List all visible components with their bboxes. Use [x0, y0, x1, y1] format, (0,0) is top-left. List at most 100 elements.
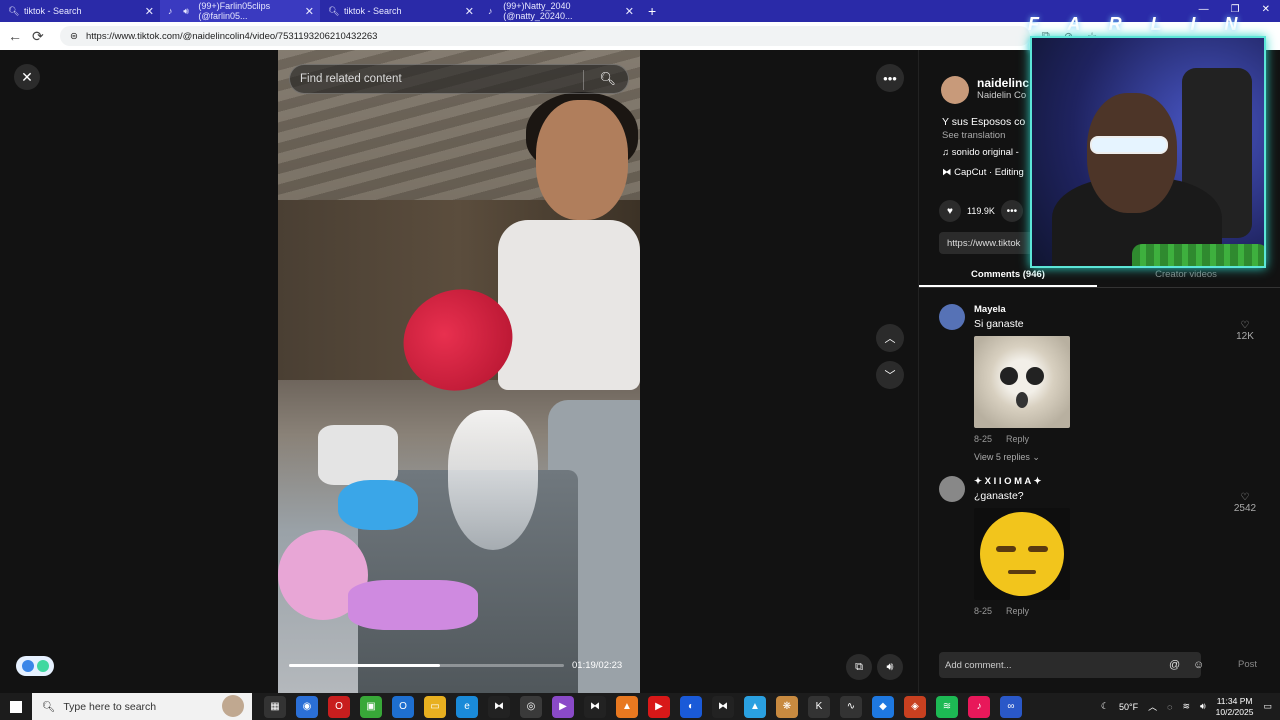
volume-icon[interactable]: 🔊︎: [1200, 701, 1206, 712]
capcut-app-icon-2[interactable]: ⧓: [584, 695, 606, 718]
game-app-icon[interactable]: ◈: [904, 695, 926, 718]
tiktok-icon: ♪: [488, 6, 493, 16]
floating-player-button[interactable]: ⧉: [846, 654, 872, 680]
see-translation-link[interactable]: See translation: [942, 130, 1005, 141]
comment-like[interactable]: ♡ 12K: [1233, 320, 1257, 342]
chevron-down-icon: ⌄: [1032, 452, 1040, 462]
kick-icon[interactable]: K: [808, 695, 830, 718]
close-tab-icon[interactable]: ✕: [145, 5, 154, 18]
notifications-icon[interactable]: ▭: [1263, 701, 1272, 712]
like-count: 119.9K: [967, 206, 995, 216]
close-tab-icon[interactable]: ✕: [305, 5, 314, 18]
search-divider: [583, 70, 584, 90]
emoji-icon[interactable]: ☺: [1193, 659, 1204, 671]
back-arrow-icon[interactable]: ←: [8, 28, 24, 44]
next-video-button[interactable]: ﹀: [876, 361, 904, 389]
commenter-name[interactable]: Mayela: [974, 304, 1070, 315]
weather-temperature[interactable]: 50°F: [1119, 702, 1138, 712]
tray-overflow-icon[interactable]: ︿: [1148, 700, 1157, 713]
tiktok-app-icon[interactable]: ♪: [968, 695, 990, 718]
speaker-icon[interactable]: 🔊︎: [183, 6, 192, 16]
site-info-icon[interactable]: ⊜: [70, 31, 78, 42]
reply-button[interactable]: Reply: [1006, 434, 1029, 444]
spotify-icon[interactable]: ≋: [936, 695, 958, 718]
author-avatar[interactable]: [941, 76, 969, 104]
capcut-link[interactable]: ⧓ CapCut · Editing: [942, 167, 1024, 178]
view-replies-button[interactable]: View 5 replies ⌄: [974, 452, 1070, 463]
photos-icon[interactable]: ▲: [744, 695, 766, 718]
video-description: Y sus Esposos co: [942, 116, 1026, 128]
music-link[interactable]: ♫ sonido original -: [942, 147, 1019, 158]
post-button[interactable]: Post: [1238, 659, 1257, 670]
taskbar-search[interactable]: 🔍︎ Type here to search: [32, 693, 252, 720]
video-viewer: ✕ Find related content 🔍︎ 01:19/02:23 ••…: [0, 50, 918, 693]
add-comment-placeholder: Add comment...: [945, 659, 1012, 671]
waveform-app-icon[interactable]: ∿: [840, 695, 862, 718]
url-text: https://www.tiktok.com/@naidelincolin4/v…: [85, 30, 378, 42]
tab-tiktok-search-2[interactable]: 🔍︎ tiktok - Search ✕: [320, 0, 480, 22]
video-app-icon[interactable]: ▶: [552, 695, 574, 718]
heart-icon[interactable]: ♥: [939, 200, 961, 222]
author-info[interactable]: naidelinc Naidelin Co: [941, 76, 1029, 104]
reply-button[interactable]: Reply: [1006, 606, 1029, 616]
commenter-avatar[interactable]: [939, 304, 965, 330]
settings-app-icon[interactable]: ❋: [776, 695, 798, 718]
tab-farlin05clips[interactable]: ♪ 🔊︎ (99+)Farlin05clips (@farlin05... ✕: [160, 0, 320, 22]
comment-text: Si ganaste: [974, 318, 1024, 330]
search-placeholder: Find related content: [300, 73, 402, 85]
music-title: sonido original -: [951, 147, 1019, 158]
browser-app-icon[interactable]: ◐: [680, 695, 702, 718]
commenter-name[interactable]: ✦ X I I O M A ✦: [974, 476, 1070, 487]
meta-app-icon[interactable]: ∞: [1000, 695, 1022, 718]
file-explorer-icon[interactable]: ▭: [424, 695, 446, 718]
heart-outline-icon: ♡: [1240, 492, 1250, 503]
capcut-app-icon-3[interactable]: ⧓: [712, 695, 734, 718]
volume-button[interactable]: 🔊︎: [877, 654, 903, 680]
task-view-icon[interactable]: ▦: [264, 695, 286, 718]
author-username[interactable]: naidelinc: [977, 76, 1029, 90]
extension-icon-blue: [21, 660, 34, 672]
comment-meta: 8-25 Reply: [974, 434, 1070, 444]
close-tab-icon[interactable]: ✕: [625, 5, 634, 18]
outlook-icon[interactable]: O: [392, 695, 414, 718]
comment-sticker-image: [974, 508, 1070, 600]
more-options-button[interactable]: •••: [876, 64, 904, 92]
weather-moon-icon[interactable]: ☾: [1101, 701, 1109, 712]
find-related-search[interactable]: Find related content 🔍︎: [289, 64, 629, 94]
copilot-icon[interactable]: ◉: [296, 695, 318, 718]
scared-cat-face-icon: [1000, 367, 1044, 408]
url-field[interactable]: ⊜ https://www.tiktok.com/@naidelincolin4…: [60, 26, 1030, 46]
video-progress-bar[interactable]: [289, 664, 564, 667]
webcam-sunglasses: [1090, 136, 1168, 154]
commenter-avatar[interactable]: [939, 476, 965, 502]
vlc-icon[interactable]: ▲: [616, 695, 638, 718]
tab-natty-2040[interactable]: ♪ (99+)Natty_2040 (@natty_20240... ✕: [480, 0, 640, 22]
search-icon[interactable]: 🔍︎: [599, 71, 616, 87]
tab-tiktok-search-1[interactable]: 🔍︎ tiktok - Search ✕: [0, 0, 160, 22]
capcut-app-icon[interactable]: ⧓: [488, 695, 510, 718]
youtube-icon[interactable]: ▶: [648, 695, 670, 718]
system-clock[interactable]: 11:34 PM 10/2/2025: [1216, 696, 1254, 718]
tab-title: (99+)Farlin05clips (@farlin05...: [198, 1, 271, 21]
comment-like[interactable]: ♡ 2542: [1233, 492, 1257, 514]
edge-icon[interactable]: e: [456, 695, 478, 718]
obs-icon[interactable]: ◎: [520, 695, 542, 718]
comment-icon[interactable]: •••: [1000, 200, 1023, 222]
opera-icon[interactable]: O: [328, 695, 350, 718]
refresh-icon[interactable]: ⟳: [32, 28, 48, 45]
comment-text: ¿ganaste?: [974, 490, 1024, 502]
video-player[interactable]: [278, 50, 640, 693]
extension-toggle-pill[interactable]: [16, 656, 54, 676]
previous-video-button[interactable]: ︿: [876, 324, 904, 352]
start-button[interactable]: [0, 693, 32, 720]
comment-like-count: 12K: [1236, 331, 1254, 342]
close-tab-icon[interactable]: ✕: [465, 5, 474, 18]
wifi-icon[interactable]: ≋: [1182, 701, 1190, 712]
close-video-button[interactable]: ✕: [14, 64, 40, 90]
add-comment-input[interactable]: Add comment... @ ☺: [939, 652, 1204, 678]
new-tab-button[interactable]: +: [648, 3, 656, 19]
app-icon[interactable]: ◆: [872, 695, 894, 718]
store-icon[interactable]: ▣: [360, 695, 382, 718]
network-icon[interactable]: ◌: [1167, 702, 1172, 712]
mention-icon[interactable]: @: [1169, 659, 1180, 671]
